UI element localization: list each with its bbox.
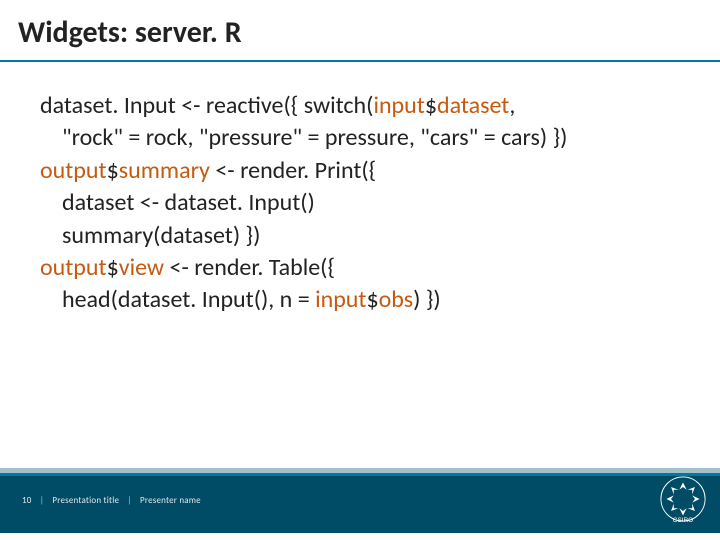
csiro-logo-icon: CSIRO [660,476,706,522]
page-number: 10 [22,495,32,506]
code-text: ) }) [413,285,441,314]
svg-text:CSIRO: CSIRO [673,517,693,522]
footer-separator: | [121,495,137,506]
code-hl-output: output [40,253,107,282]
code-line-3: output$summary <- render. Print({ [40,155,680,187]
presentation-title: Presentation title [52,495,119,506]
code-line-6: output$view <- render. Table({ [40,252,680,284]
code-text: <- render. Table({ [164,253,335,282]
code-text: head(dataset. Input(), n = [62,285,315,314]
code-text: dataset. Input <- reactive({ switch( [40,91,373,120]
code-text: , [509,91,515,120]
slide-title: Widgets: server. R [18,14,242,51]
title-underline [0,60,720,62]
code-text: <- render. Print({ [210,156,376,185]
code-hl-dataset: dataset [437,91,509,120]
code-text: $ [425,91,437,120]
code-line-5: summary(dataset) }) [40,220,680,252]
code-line-4: dataset <- dataset. Input() [40,187,680,219]
code-hl-input: input [315,285,366,314]
code-line-1: dataset. Input <- reactive({ switch(inpu… [40,90,680,122]
code-text: $ [366,285,378,314]
code-hl-summary: summary [119,156,210,185]
code-hl-view: view [119,253,164,282]
footer-text: 10 | Presentation title | Presenter name [22,495,201,506]
slide-content: dataset. Input <- reactive({ switch(inpu… [40,90,680,317]
code-text: $ [107,253,119,282]
code-hl-output: output [40,156,107,185]
code-hl-obs: obs [379,285,414,314]
footer-separator: | [34,495,50,506]
code-text: $ [107,156,119,185]
code-line-2: "rock" = rock, "pressure" = pressure, "c… [40,122,680,154]
code-hl-input: input [373,91,424,120]
code-line-7: head(dataset. Input(), n = input$obs) }) [40,284,680,316]
presenter-name: Presenter name [140,495,201,506]
